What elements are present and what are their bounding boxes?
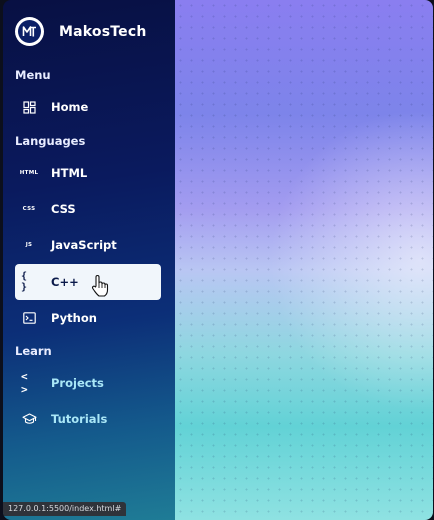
main-content bbox=[175, 0, 433, 520]
section-menu: Menu bbox=[15, 68, 51, 82]
logo-icon bbox=[15, 17, 44, 46]
nav-item-label: Tutorials bbox=[51, 412, 108, 426]
nav-item-label: Home bbox=[51, 100, 89, 114]
braces-icon: { } bbox=[21, 271, 28, 293]
section-learn: Learn bbox=[15, 344, 52, 358]
nav-item-home[interactable]: Home bbox=[15, 90, 161, 124]
nav-item-label: Projects bbox=[51, 376, 104, 390]
nav-item-label: JavaScript bbox=[51, 238, 117, 252]
brand-name: MakosTech bbox=[59, 23, 147, 40]
grid-icon bbox=[21, 100, 37, 114]
brand[interactable]: MakosTech bbox=[15, 17, 147, 46]
status-bar-url: 127.0.0.1:5500/index.html# bbox=[3, 502, 127, 516]
section-languages: Languages bbox=[15, 134, 86, 148]
nav-item-css[interactable]: CSS CSS bbox=[15, 192, 161, 226]
html-icon: HTML bbox=[19, 170, 39, 176]
nav-item-label: C++ bbox=[51, 275, 79, 289]
dot-pattern bbox=[175, 0, 433, 520]
nav-item-label: HTML bbox=[51, 166, 88, 180]
nav-item-html[interactable]: HTML HTML bbox=[15, 156, 161, 190]
nav-item-javascript[interactable]: JS JavaScript bbox=[15, 228, 161, 262]
graduation-cap-icon bbox=[21, 413, 37, 425]
nav-item-label: CSS bbox=[51, 202, 76, 216]
nav-item-projects[interactable]: < > Projects bbox=[15, 366, 161, 400]
nav-item-tutorials[interactable]: Tutorials bbox=[15, 402, 161, 436]
terminal-icon bbox=[21, 312, 37, 324]
nav-item-label: Python bbox=[51, 311, 97, 325]
nav-item-cpp[interactable]: { } C++ bbox=[15, 264, 161, 300]
code-icon: < > bbox=[21, 370, 28, 396]
hand-cursor-icon bbox=[91, 274, 109, 298]
sidebar: MakosTech Menu Home Languages HTML HTML … bbox=[3, 0, 175, 520]
nav-item-python[interactable]: Python bbox=[15, 301, 161, 335]
css-icon: CSS bbox=[22, 206, 36, 212]
js-icon: JS bbox=[25, 242, 33, 248]
browser-window: MakosTech Menu Home Languages HTML HTML … bbox=[3, 0, 433, 520]
